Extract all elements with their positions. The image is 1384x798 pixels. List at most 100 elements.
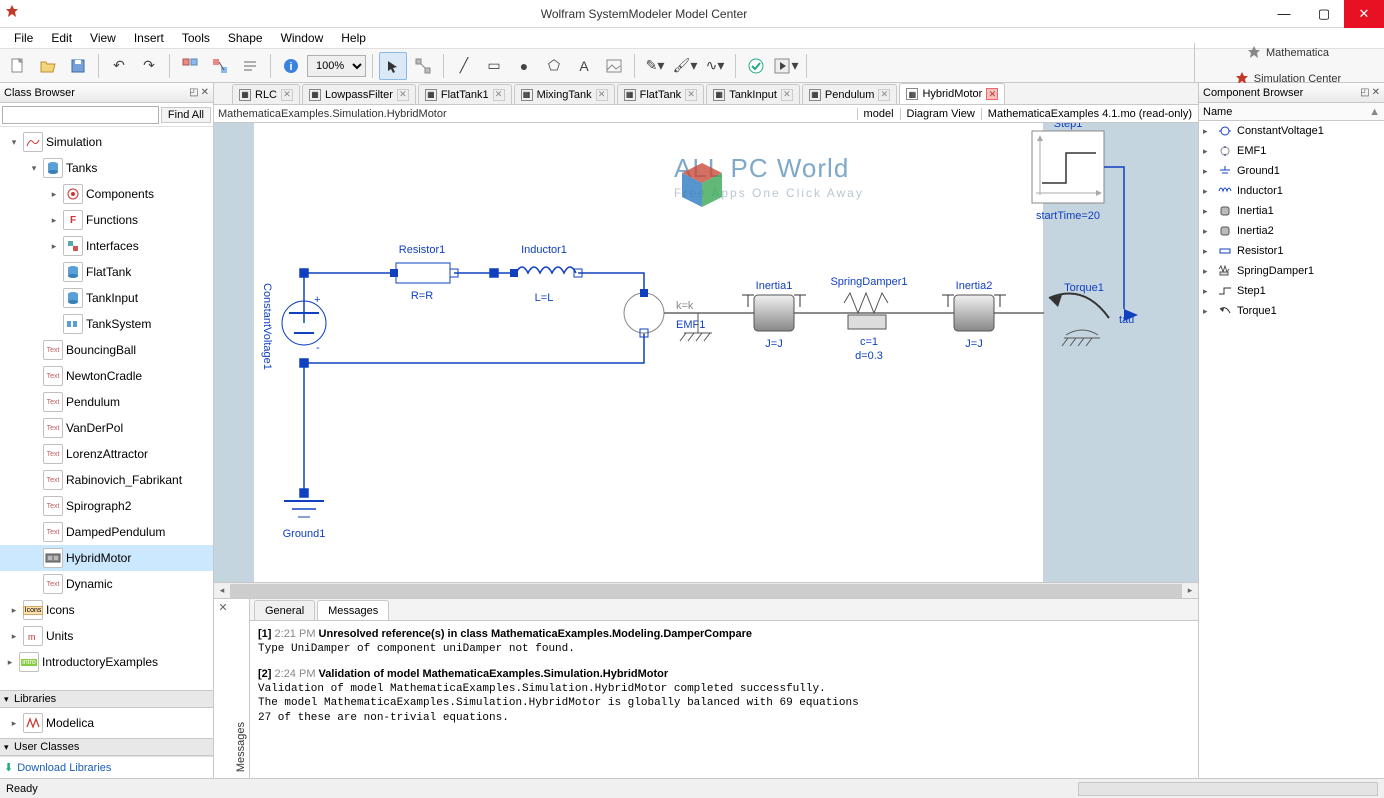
component-inertia1[interactable]: Inertia1 J=J xyxy=(742,280,806,350)
view-mode[interactable]: Diagram View xyxy=(901,108,982,120)
menu-view[interactable]: View xyxy=(82,29,124,47)
tab-flattank1[interactable]: ▦FlatTank1✕ xyxy=(418,84,512,104)
fill-style-button[interactable]: 🖌▾ xyxy=(671,52,699,80)
menu-shape[interactable]: Shape xyxy=(220,29,271,47)
component-row-inertia2[interactable]: ▸Inertia2 xyxy=(1199,221,1384,241)
diagram-view-button[interactable] xyxy=(206,52,234,80)
menu-tools[interactable]: Tools xyxy=(174,29,218,47)
line-tool[interactable]: ╱ xyxy=(450,52,478,80)
simulate-button[interactable]: ▾ xyxy=(772,52,800,80)
tab-close-button[interactable]: ✕ xyxy=(281,89,293,101)
tab-close-button[interactable]: ✕ xyxy=(596,89,608,101)
menu-window[interactable]: Window xyxy=(273,29,332,47)
component-row-resistor1[interactable]: ▸Resistor1 xyxy=(1199,241,1384,261)
tree-item-components[interactable]: ▸Components xyxy=(0,181,213,207)
tree-item-pendulum[interactable]: TextPendulum xyxy=(0,389,213,415)
text-tool[interactable]: A xyxy=(570,52,598,80)
status-scroll[interactable] xyxy=(1078,782,1378,796)
tree-item-spirograph2[interactable]: TextSpirograph2 xyxy=(0,493,213,519)
tab-close-button[interactable]: ✕ xyxy=(878,89,890,101)
pointer-tool[interactable] xyxy=(379,52,407,80)
tab-close-button[interactable]: ✕ xyxy=(986,88,998,100)
component-row-step1[interactable]: ▸Step1 xyxy=(1199,281,1384,301)
find-all-button[interactable]: Find All xyxy=(161,107,211,123)
tree-item-functions[interactable]: ▸FFunctions xyxy=(0,207,213,233)
user-classes-header[interactable]: ▾User Classes xyxy=(0,738,213,756)
component-name-column[interactable]: Name▲ xyxy=(1199,103,1384,121)
component-constantvoltage[interactable]: + - ConstantVoltage1 xyxy=(261,283,326,370)
model-kind[interactable]: model xyxy=(858,108,901,120)
tree-item-introductoryexamples[interactable]: ▸introIntroductoryExamples xyxy=(0,649,213,675)
component-row-springdamper1[interactable]: ▸SpringDamper1 xyxy=(1199,261,1384,281)
maximize-button[interactable]: ▢ xyxy=(1304,0,1344,28)
component-list[interactable]: ▸ConstantVoltage1▸EMF1▸Ground1▸Inductor1… xyxy=(1199,121,1384,778)
tab-messages[interactable]: Messages xyxy=(317,600,389,620)
class-search-input[interactable] xyxy=(2,106,159,124)
smooth-button[interactable]: ∿▾ xyxy=(701,52,729,80)
component-ground[interactable]: Ground1 xyxy=(283,501,326,540)
menu-help[interactable]: Help xyxy=(333,29,374,47)
tree-item-lorenzattractor[interactable]: TextLorenzAttractor xyxy=(0,441,213,467)
minimize-button[interactable]: — xyxy=(1264,0,1304,28)
libraries-header[interactable]: ▾Libraries xyxy=(0,690,213,708)
info-button[interactable]: i xyxy=(277,52,305,80)
panel-close-button[interactable]: ✕ xyxy=(1372,87,1380,98)
open-button[interactable] xyxy=(34,52,62,80)
component-row-emf1[interactable]: ▸EMF1 xyxy=(1199,141,1384,161)
tab-hybridmotor[interactable]: ▦HybridMotor✕ xyxy=(899,83,1005,104)
tree-item-units[interactable]: ▸mUnits xyxy=(0,623,213,649)
undo-button[interactable]: ↶ xyxy=(105,52,133,80)
menu-edit[interactable]: Edit xyxy=(43,29,80,47)
tab-pendulum[interactable]: ▦Pendulum✕ xyxy=(802,84,898,104)
component-resistor[interactable]: Resistor1 R=R xyxy=(390,244,458,302)
panel-close-button[interactable]: ✕ xyxy=(201,87,209,98)
download-libraries-link[interactable]: ⬇Download Libraries xyxy=(0,756,213,778)
tree-item-simulation[interactable]: ▾Simulation xyxy=(0,129,213,155)
tree-item-hybridmotor[interactable]: HybridMotor xyxy=(0,545,213,571)
text-view-button[interactable] xyxy=(236,52,264,80)
tab-general[interactable]: General xyxy=(254,600,315,620)
tab-tankinput[interactable]: ▦TankInput✕ xyxy=(706,84,800,104)
tab-rlc[interactable]: ▦RLC✕ xyxy=(232,84,300,104)
messages-body[interactable]: [1] 2:21 PM Unresolved reference(s) in c… xyxy=(250,621,1198,778)
messages-vtab[interactable]: Messages xyxy=(232,599,250,778)
tree-item-vanderpol[interactable]: TextVanDerPol xyxy=(0,415,213,441)
pen-style-button[interactable]: ✎▾ xyxy=(641,52,669,80)
panel-float-button[interactable]: ◰ xyxy=(189,87,198,98)
component-row-constantvoltage1[interactable]: ▸ConstantVoltage1 xyxy=(1199,121,1384,141)
tree-item-bouncingball[interactable]: TextBouncingBall xyxy=(0,337,213,363)
redo-button[interactable]: ↷ xyxy=(135,52,163,80)
tree-item-tankinput[interactable]: TankInput xyxy=(0,285,213,311)
polygon-tool[interactable]: ⬠ xyxy=(540,52,568,80)
new-button[interactable] xyxy=(4,52,32,80)
component-row-ground1[interactable]: ▸Ground1 xyxy=(1199,161,1384,181)
zoom-select[interactable]: 100% xyxy=(307,55,366,77)
tree-item-dampedpendulum[interactable]: TextDampedPendulum xyxy=(0,519,213,545)
tree-item-flattank[interactable]: FlatTank xyxy=(0,259,213,285)
tree-item-dynamic[interactable]: TextDynamic xyxy=(0,571,213,597)
panel-float-button[interactable]: ◰ xyxy=(1360,87,1369,98)
component-inertia2[interactable]: Inertia2 J=J xyxy=(942,280,1006,350)
validate-button[interactable] xyxy=(742,52,770,80)
canvas-hscroll[interactable]: ◂▸ xyxy=(214,582,1198,598)
component-inductor[interactable]: Inductor1 L=L xyxy=(510,244,582,304)
tab-flattank[interactable]: ▦FlatTank✕ xyxy=(617,84,705,104)
tab-lowpassfilter[interactable]: ▦LowpassFilter✕ xyxy=(302,84,416,104)
tab-close-button[interactable]: ✕ xyxy=(493,89,505,101)
tab-close-button[interactable]: ✕ xyxy=(685,89,697,101)
tree-item-modelica[interactable]: ▸ Modelica xyxy=(0,710,213,736)
menu-insert[interactable]: Insert xyxy=(126,29,172,47)
image-tool[interactable] xyxy=(600,52,628,80)
tree-item-newtoncradle[interactable]: TextNewtonCradle xyxy=(0,363,213,389)
connect-tool[interactable] xyxy=(409,52,437,80)
messages-close-button[interactable]: ✕ xyxy=(218,601,227,614)
ellipse-tool[interactable]: ● xyxy=(510,52,538,80)
component-row-inertia1[interactable]: ▸Inertia1 xyxy=(1199,201,1384,221)
component-springdamper[interactable]: SpringDamper1 c=1 d=0.3 xyxy=(830,276,907,362)
save-button[interactable] xyxy=(64,52,92,80)
tree-item-tanksystem[interactable]: TankSystem xyxy=(0,311,213,337)
close-button[interactable]: ✕ xyxy=(1344,0,1384,28)
rect-tool[interactable]: ▭ xyxy=(480,52,508,80)
tree-item-rabinovich_fabrikant[interactable]: TextRabinovich_Fabrikant xyxy=(0,467,213,493)
menu-file[interactable]: File xyxy=(6,29,41,47)
